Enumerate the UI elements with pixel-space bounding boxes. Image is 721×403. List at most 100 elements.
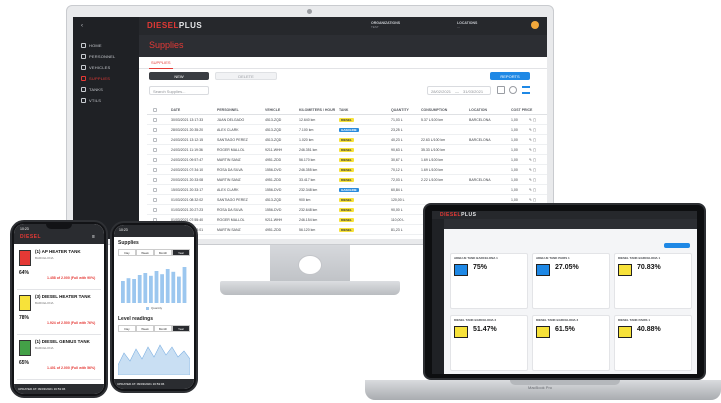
table-row[interactable]: 24/03/2021 07:34:10 ROSA DA SILVA 1556-DVD… <box>147 166 547 175</box>
table-row[interactable]: 30/03/2021 13:17:33 JUAN DELGADO 4513-ZQD 1… <box>147 116 547 125</box>
tank-card[interactable]: DIESEL TANK PARIS 1 40.88% <box>614 315 692 371</box>
tank-card[interactable]: ADBLUE TANK BARCELONA 1 75% <box>450 253 528 309</box>
period-tab-day[interactable]: Day <box>118 325 136 332</box>
period-tab-year[interactable]: Year <box>172 325 190 332</box>
row-checkbox[interactable] <box>153 178 157 182</box>
col-location[interactable]: LOCATION <box>469 108 487 112</box>
cell-date: 20/03/2021 20:33:08 <box>171 178 204 182</box>
tank-card[interactable]: DIESEL TANK BARCELONA 2 51.47% <box>450 315 528 371</box>
edit-delete-icons[interactable]: ✎ ▢ <box>529 118 536 122</box>
page-header: Supplies <box>139 35 547 57</box>
period-tab-year[interactable]: Year <box>172 249 190 256</box>
cell-person: ALEX CLARK <box>217 188 239 192</box>
back-arrow-icon[interactable]: ‹ <box>81 23 83 29</box>
tank-card[interactable]: DIESEL TANK BARCELONA 3 61.5% <box>532 315 610 371</box>
edit-delete-icons[interactable]: ✎ ▢ <box>529 158 536 162</box>
tank-list-item[interactable]: (3) DIESEL HEATER TANK BARCELONA 78% 1.9… <box>17 293 101 335</box>
col-consumption[interactable]: CONSUMPTION <box>421 108 447 112</box>
select-all-checkbox[interactable] <box>153 108 157 112</box>
edit-delete-icons[interactable]: ✎ ▢ <box>529 148 536 152</box>
tank-badge: DIESEL <box>339 118 354 122</box>
col-cost[interactable]: COST PRICE <box>511 108 532 112</box>
cell-qty: 90,63 L <box>391 148 403 152</box>
search-input[interactable]: Search Supplies... <box>149 86 209 95</box>
tab-supplies[interactable]: SUPPLIES <box>149 57 173 69</box>
period-tab-day[interactable]: Day <box>118 249 136 256</box>
cell-qty: 60,84 L <box>391 188 403 192</box>
edit-delete-icons[interactable]: ✎ ▢ <box>529 128 536 132</box>
row-checkbox[interactable] <box>153 198 157 202</box>
fuel-icon <box>81 76 86 81</box>
table-row[interactable]: 24/03/2021 09:57:47 MARTIN SANZ 4951-ZDD 56… <box>147 156 547 165</box>
col-km[interactable]: KILOMETERS / HOUR <box>299 108 335 112</box>
list-view-icon[interactable] <box>522 86 530 94</box>
tank-list-item[interactable]: (1) DIESEL GENIUS TANK BARCELONA 65% 1.4… <box>17 338 101 380</box>
col-quantity[interactable]: QUANTITY <box>391 108 409 112</box>
row-checkbox[interactable] <box>153 128 157 132</box>
tank-location: BARCELONA <box>35 346 54 350</box>
table-row[interactable]: 28/03/2021 20:35:20 ALEX CLARK 4513-ZQD 7.1… <box>147 126 547 135</box>
table-row[interactable]: 15/03/2021 20:33:17 ALEX CLARK 1556-DVD 232… <box>147 186 547 195</box>
cell-date: 15/03/2021 20:33:17 <box>171 188 204 192</box>
row-checkbox[interactable] <box>153 148 157 152</box>
date-range-field[interactable]: 28/02/2021—31/03/2021 <box>427 86 491 95</box>
table-row[interactable]: 24/03/2021 11:19:36 ROGER MALLOL 9211-WHH 2… <box>147 146 547 155</box>
supply-bar <box>171 271 176 303</box>
user-avatar[interactable] <box>531 21 539 29</box>
period-tab-week[interactable]: Week <box>136 249 154 256</box>
laptop-reports-button[interactable] <box>664 243 690 248</box>
page-title: Supplies <box>149 40 184 50</box>
row-checkbox[interactable] <box>153 118 157 122</box>
table-row[interactable]: 20/03/2021 20:33:08 MARTIN SANZ 4951-ZDD 33… <box>147 176 547 185</box>
tank-level-icon <box>618 264 632 276</box>
organization-selector[interactable]: ORGANIZATIONS TEST <box>371 21 400 29</box>
supply-bar <box>126 278 131 303</box>
row-checkbox[interactable] <box>153 208 157 212</box>
row-checkbox[interactable] <box>153 138 157 142</box>
cell-cons: 22.63 L/100 km <box>421 138 446 142</box>
cell-vehicle: 4951-ZDD <box>265 228 282 232</box>
col-vehicle[interactable]: VEHICLE <box>265 108 280 112</box>
tank-card[interactable]: ADBLUE TANK PARIS 1 27.05% <box>532 253 610 309</box>
menu-icon[interactable]: ≡ <box>92 234 95 240</box>
col-personnel[interactable]: PERSONNEL <box>217 108 239 112</box>
location-selector[interactable]: LOCATIONS --- <box>457 21 477 29</box>
delete-button[interactable]: DELETE <box>215 72 277 80</box>
sidebar-item-supplies[interactable]: SUPPLIES <box>81 76 110 81</box>
filter-icon[interactable] <box>497 86 505 94</box>
table-row[interactable]: 24/03/2021 13:12:15 SANTIAGO PEREZ 4513-ZQ… <box>147 136 547 145</box>
edit-delete-icons[interactable]: ✎ ▢ <box>529 198 536 202</box>
edit-delete-icons[interactable]: ✎ ▢ <box>529 138 536 142</box>
row-checkbox[interactable] <box>153 158 157 162</box>
tank-badge: DIESEL <box>339 218 354 222</box>
sidebar-item-vtils[interactable]: VTILS <box>81 98 101 103</box>
col-date[interactable]: DATE <box>171 108 180 112</box>
sidebar-item-tanks[interactable]: TANKS <box>81 87 103 92</box>
edit-delete-icons[interactable]: ✎ ▢ <box>529 178 536 182</box>
period-tab-week[interactable]: Week <box>136 325 154 332</box>
cell-qty: 110,00 L <box>391 218 405 222</box>
row-checkbox[interactable] <box>153 168 157 172</box>
tank-card-title: ADBLUE TANK PARIS 1 <box>536 256 570 260</box>
sidebar-item-home[interactable]: HOME <box>81 43 102 48</box>
supply-bar <box>154 271 159 303</box>
edit-delete-icons[interactable]: ✎ ▢ <box>529 188 536 192</box>
col-tank[interactable]: TANK <box>339 108 348 112</box>
edit-delete-icons[interactable]: ✎ ▢ <box>529 168 536 172</box>
cell-cons: 1.69 L/100 km <box>421 168 444 172</box>
refresh-icon[interactable] <box>509 86 517 94</box>
tank-tag: DIESEL <box>339 158 354 162</box>
new-button[interactable]: NEW <box>149 72 209 80</box>
tank-list-item[interactable]: (1) AP HEATER TANK BARCELONA 64% 1.458 o… <box>17 248 101 290</box>
tank-card[interactable]: DIESEL TANK BARCELONA 1 70.83% <box>614 253 692 309</box>
tank-level-icon <box>19 340 31 356</box>
warning-icon <box>81 54 86 59</box>
cell-date: 24/03/2021 09:57:47 <box>171 158 204 162</box>
row-checkbox[interactable] <box>153 188 157 192</box>
sidebar-item-personnel[interactable]: PERSONNEL <box>81 54 115 59</box>
period-tab-month[interactable]: Month <box>154 325 172 332</box>
tank-percentage: 78% <box>19 315 30 321</box>
period-tab-month[interactable]: Month <box>154 249 172 256</box>
sidebar-item-vehicles[interactable]: VEHICLES <box>81 65 110 70</box>
reports-button[interactable]: REPORTS <box>490 72 530 80</box>
